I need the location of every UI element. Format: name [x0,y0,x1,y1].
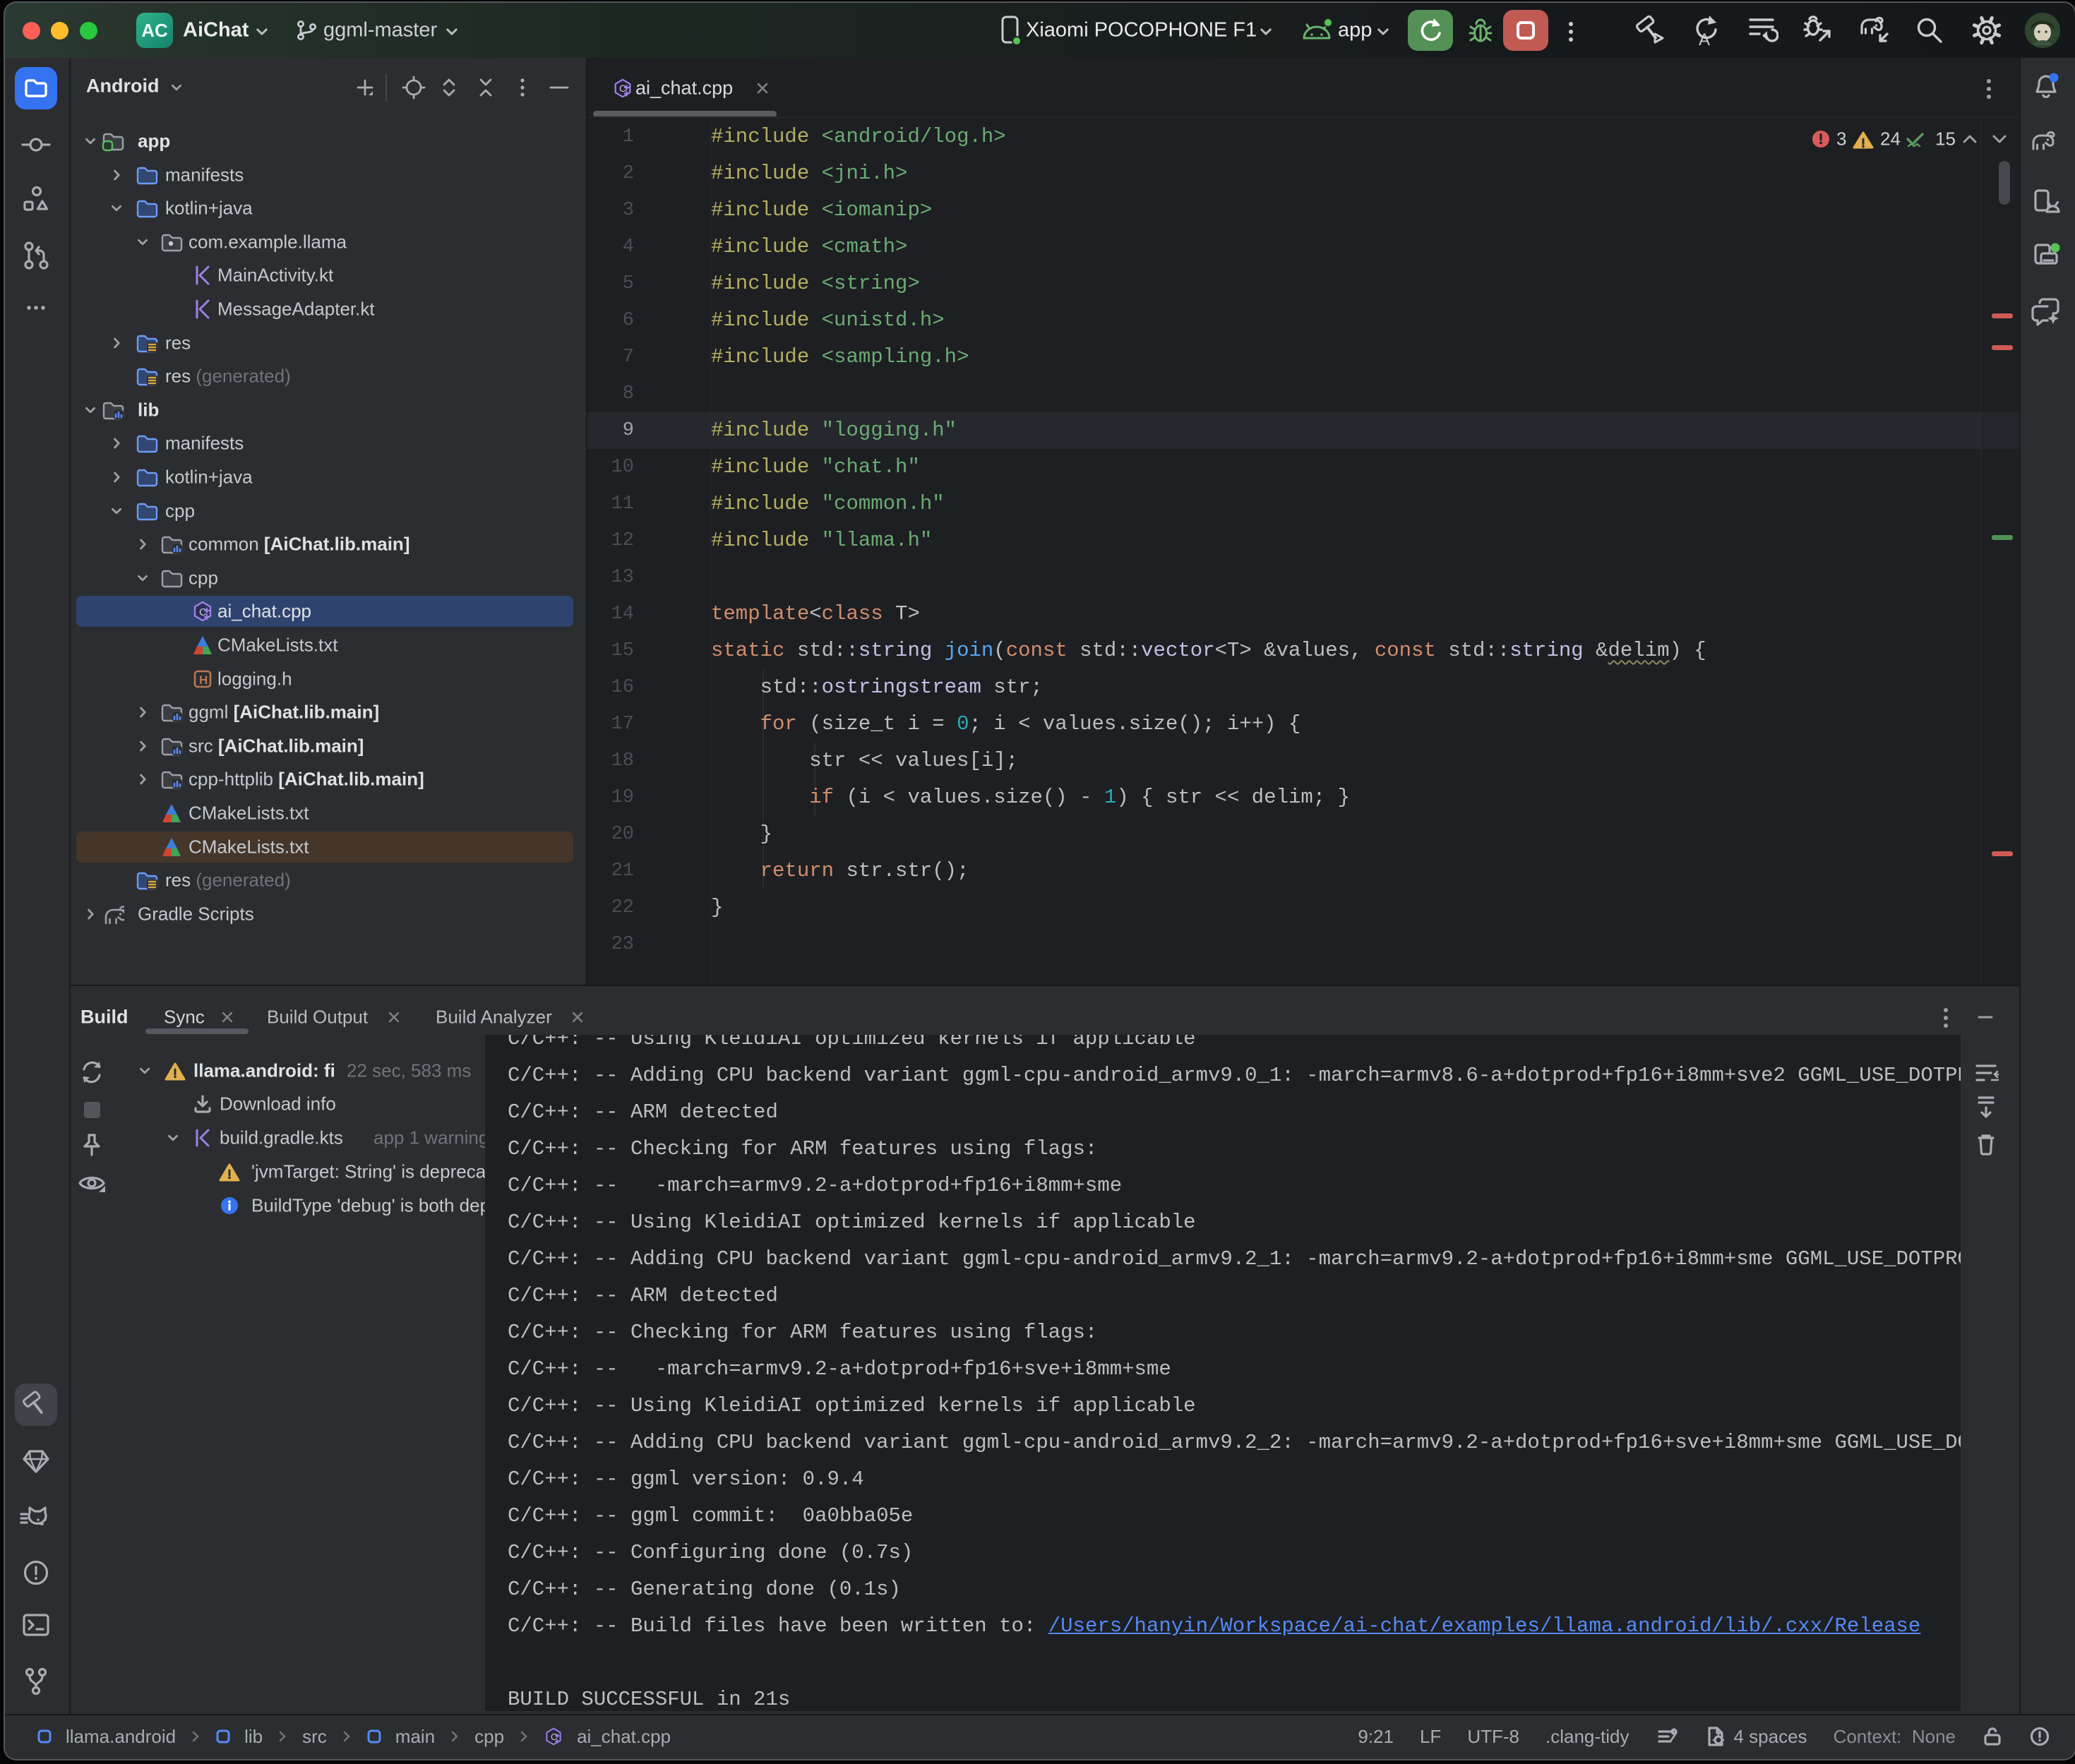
svg-text:H: H [199,673,208,687]
svg-text:A: A [1699,30,1710,47]
svg-text:C: C [551,1732,557,1742]
